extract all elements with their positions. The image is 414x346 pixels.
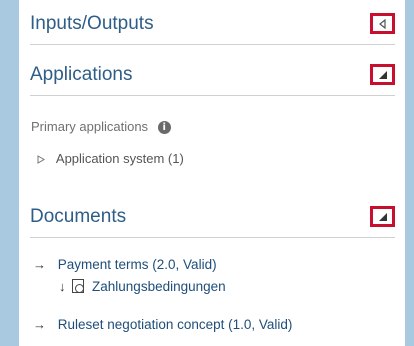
- triangle-bottom-right-icon: [378, 70, 387, 79]
- primary-applications-text: Primary applications: [31, 119, 149, 134]
- inputs-outputs-toggle-button[interactable]: [370, 13, 395, 34]
- documents-toggle-button[interactable]: [370, 206, 395, 227]
- document-item-payment-terms[interactable]: → Payment terms (2.0, Valid): [33, 257, 217, 272]
- applications-header: Applications: [30, 63, 395, 96]
- document-sublink-zahlungsbedingungen[interactable]: ↓ Zahlungsbedingungen: [59, 279, 226, 294]
- arrow-down-icon: ↓: [59, 279, 66, 294]
- document-icon: [72, 279, 85, 293]
- documents-title: Documents: [30, 206, 127, 227]
- primary-applications-label: Primary applications i: [31, 119, 171, 135]
- documents-header: Documents: [30, 205, 395, 238]
- application-system-row[interactable]: Application system (1): [37, 151, 184, 166]
- arrow-right-icon: →: [33, 257, 46, 272]
- expand-triangle-icon[interactable]: [37, 155, 45, 164]
- inputs-outputs-title: Inputs/Outputs: [30, 13, 154, 34]
- document-item-ruleset[interactable]: → Ruleset negotiation concept (1.0, Vali…: [33, 317, 292, 332]
- arrow-right-icon: →: [33, 317, 46, 332]
- triangle-left-icon: [378, 18, 386, 29]
- applications-toggle-button[interactable]: [370, 64, 395, 85]
- details-panel: Inputs/Outputs Applications Primary appl…: [19, 0, 405, 346]
- ruleset-link[interactable]: Ruleset negotiation concept (1.0, Valid): [58, 317, 293, 332]
- zahlungsbedingungen-link[interactable]: Zahlungsbedingungen: [92, 279, 226, 294]
- applications-title: Applications: [30, 64, 133, 85]
- payment-terms-link[interactable]: Payment terms (2.0, Valid): [58, 257, 217, 272]
- application-system-label: Application system (1): [55, 151, 184, 166]
- inputs-outputs-header: Inputs/Outputs: [30, 12, 395, 45]
- triangle-bottom-right-icon: [378, 212, 387, 221]
- info-icon[interactable]: i: [157, 121, 171, 135]
